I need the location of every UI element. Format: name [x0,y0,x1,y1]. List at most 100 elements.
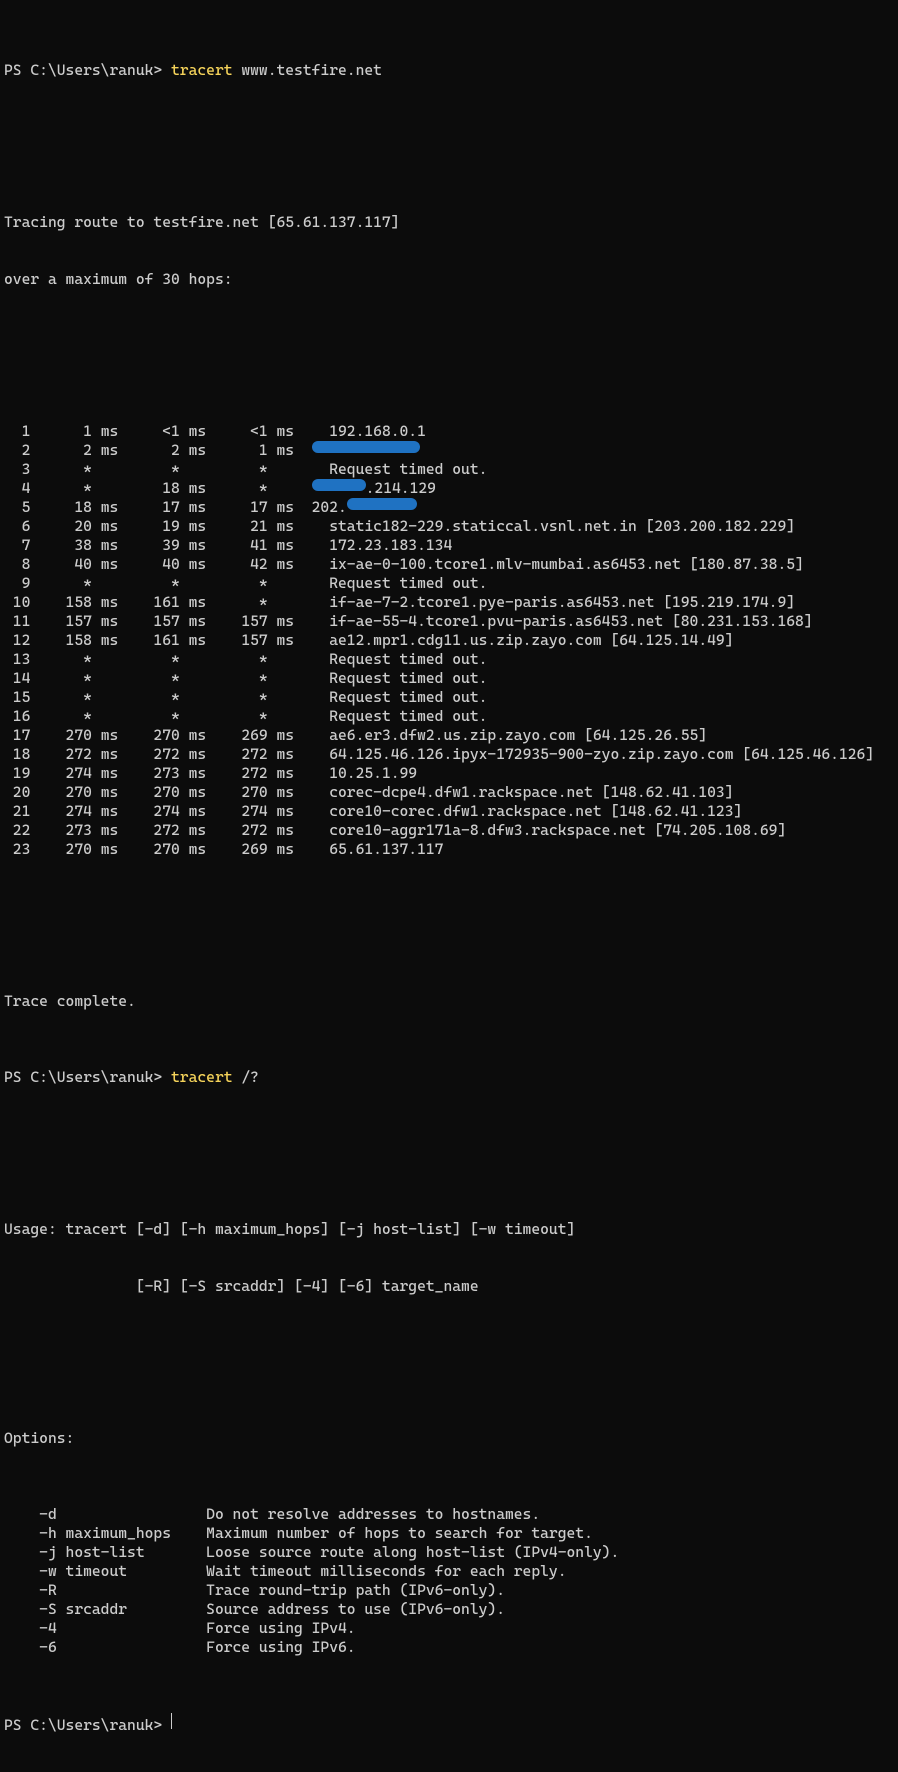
hop-dest-prefix: 202. [312,498,347,517]
hop-destination: if-ae-7-2.tcore1.pye-paris.as6453.net [1… [312,593,795,612]
hop-time: 17 ms [118,498,206,517]
hop-time: 274 ms [206,802,294,821]
hop-time: 38 ms [30,536,118,555]
trace-complete: Trace complete. [4,992,894,1011]
hop-destination: Request timed out. [312,574,488,593]
hop-row: 22 273 ms 272 ms 272 ms core10-aggr171a-… [4,821,894,840]
hop-time: 1 ms [30,422,118,441]
hop-time: 269 ms [206,840,294,859]
option-row: -4 Force using IPv4. [4,1619,894,1638]
redaction-pill [347,498,417,510]
option-row: -h maximum_hops Maximum number of hops t… [4,1524,894,1543]
hop-time: 272 ms [118,821,206,840]
usage-line-1: Usage: tracert [-d] [-h maximum_hops] [-… [4,1220,894,1239]
hop-time: * [206,479,294,498]
hop-number: 15 [4,688,30,707]
hop-number: 12 [4,631,30,650]
hop-row: 18 272 ms 272 ms 272 ms 64.125.46.126.ip… [4,745,894,764]
hop-time: * [30,574,118,593]
hop-number: 17 [4,726,30,745]
hop-dest-pad [294,669,312,688]
redaction-pill [312,479,366,491]
ps-prompt: PS C:\Users\ranuk> [4,61,171,80]
hop-dest-pad [294,821,312,840]
prompt-line-3[interactable]: PS C:\Users\ranuk> [4,1714,894,1735]
hop-time: 273 ms [30,821,118,840]
hop-time: 272 ms [206,745,294,764]
tracert-hops-table: 1 1 ms <1 ms <1 ms 192.168.0.1 2 2 ms 2 … [4,422,894,859]
hop-dest-pad [294,460,312,479]
hop-time: 270 ms [206,783,294,802]
hop-time: 18 ms [30,498,118,517]
hop-dest-pad [294,479,312,498]
prompt-line-1: PS C:\Users\ranuk> tracert www.testfire.… [4,61,894,80]
hop-row: 15 * * * Request timed out. [4,688,894,707]
hop-time: 270 ms [118,726,206,745]
hop-time: 157 ms [206,612,294,631]
powershell-terminal[interactable]: PS C:\Users\ranuk> tracert www.testfire.… [0,0,898,1772]
hop-number: 1 [4,422,30,441]
hop-time: 20 ms [30,517,118,536]
hop-time: 161 ms [118,593,206,612]
hop-time: 157 ms [206,631,294,650]
hop-destination: ix-ae-0-100.tcore1.mlv-mumbai.as6453.net… [312,555,804,574]
hop-destination: ae6.er3.dfw2.us.zip.zayo.com [64.125.26.… [312,726,708,745]
hop-destination: Request timed out. [312,650,488,669]
hop-number: 20 [4,783,30,802]
blank-line [4,1144,894,1163]
hop-time: 274 ms [118,802,206,821]
hop-time: * [118,574,206,593]
hop-number: 9 [4,574,30,593]
hop-time: 270 ms [30,840,118,859]
hop-dest-pad [294,688,312,707]
hop-destination: Request timed out. [312,460,488,479]
hop-destination: 192.168.0.1 [312,422,426,441]
hop-time: * [206,650,294,669]
hop-dest-pad [294,631,312,650]
hop-dest-pad [294,555,312,574]
hop-row: 16 * * * Request timed out. [4,707,894,726]
hop-time: 157 ms [118,612,206,631]
hop-destination: corec-dcpe4.dfw1.rackspace.net [148.62.4… [312,783,734,802]
hop-destination: ae12.mpr1.cdg11.us.zip.zayo.com [64.125.… [312,631,734,650]
hop-time: * [118,460,206,479]
ps-prompt: PS C:\Users\ranuk> [4,1716,171,1735]
hop-destination: 65.61.137.117 [312,840,444,859]
hop-time: 2 ms [30,441,118,460]
hop-number: 8 [4,555,30,574]
hop-number: 21 [4,802,30,821]
hop-destination: 10.25.1.99 [312,764,417,783]
prompt-line-2: PS C:\Users\ranuk> tracert /? [4,1068,894,1087]
option-row: -6 Force using IPv6. [4,1638,894,1657]
hop-number: 2 [4,441,30,460]
hop-time: * [30,669,118,688]
blank-line [4,346,894,365]
hop-number: 14 [4,669,30,688]
hop-destination: .214.129 [366,479,436,498]
hop-dest-pad [294,783,312,802]
option-row: -R Trace round-trip path (IPv6-only). [4,1581,894,1600]
hop-dest-pad [294,707,312,726]
command-tracert: tracert [171,61,233,80]
hop-row: 8 40 ms 40 ms 42 ms ix-ae-0-100.tcore1.m… [4,555,894,574]
hop-destination: Request timed out. [312,669,488,688]
hop-dest-pad [294,802,312,821]
hop-time: * [30,460,118,479]
hop-dest-pad [294,517,312,536]
hop-time: * [30,479,118,498]
hop-row: 14 * * * Request timed out. [4,669,894,688]
hop-time: * [206,593,294,612]
hop-time: 19 ms [118,517,206,536]
hop-time: 17 ms [206,498,294,517]
hop-dest-pad [294,441,312,460]
redaction-pill [312,441,420,453]
blank-line [4,1353,894,1372]
hop-time: 157 ms [30,612,118,631]
hop-time: 40 ms [118,555,206,574]
hop-time: 158 ms [30,631,118,650]
hop-row: 21 274 ms 274 ms 274 ms core10-corec.dfw… [4,802,894,821]
hop-destination: 64.125.46.126.ipyx-172935-900-zyo.zip.za… [312,745,875,764]
hop-time: * [206,460,294,479]
hop-row: 10 158 ms 161 ms * if-ae-7-2.tcore1.pye-… [4,593,894,612]
hop-time: 274 ms [30,802,118,821]
